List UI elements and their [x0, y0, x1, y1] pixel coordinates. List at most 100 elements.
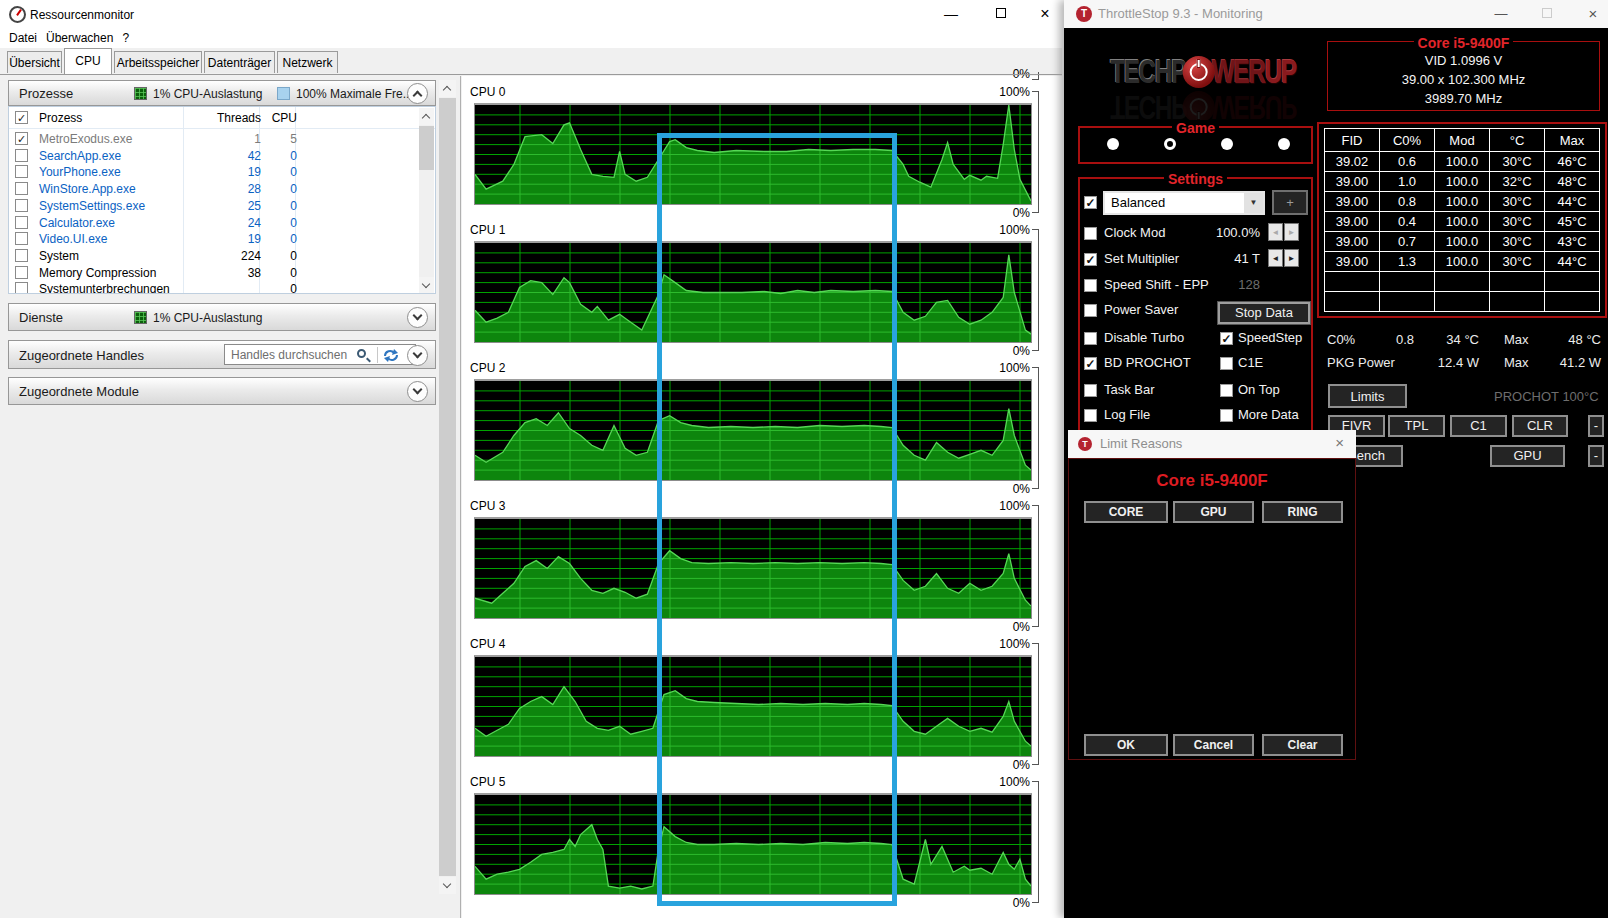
setting-checkbox-disableturbo[interactable] — [1084, 332, 1097, 345]
rm-minimize-button[interactable]: — — [934, 0, 968, 28]
process-checkbox[interactable] — [15, 182, 28, 195]
process-checkbox[interactable]: ✓ — [15, 132, 28, 145]
expand-dienste-button[interactable] — [407, 307, 428, 328]
dialog-button-ring[interactable]: RING — [1262, 501, 1343, 523]
scrollbar-thumb[interactable] — [439, 98, 456, 876]
setting-checkbox-moredata[interactable] — [1220, 409, 1233, 422]
table-row[interactable]: Calculator.exe240 — [9, 215, 435, 232]
tab-arbeitsspeicher[interactable]: Arbeitsspeicher — [114, 51, 202, 73]
stop-data-button[interactable]: Stop Data — [1218, 302, 1310, 324]
setting-checkbox-ce[interactable] — [1220, 357, 1233, 370]
add-profile-button[interactable]: + — [1272, 190, 1308, 215]
limits-button[interactable]: Limits — [1328, 384, 1407, 408]
col-cpu[interactable]: CPU — [263, 111, 297, 125]
scrollbar-thumb[interactable] — [419, 126, 434, 170]
button-[interactable]: - — [1588, 445, 1604, 467]
col-prozess[interactable]: Prozess — [39, 111, 82, 125]
button-tpl[interactable]: TPL — [1388, 415, 1445, 437]
expand-module-button[interactable] — [407, 381, 428, 402]
process-checkbox[interactable] — [15, 249, 28, 262]
tab-cpu[interactable]: CPU — [64, 48, 112, 74]
button-gpu[interactable]: GPU — [1490, 445, 1565, 467]
table-row[interactable]: YourPhone.exe190 — [9, 164, 435, 181]
spin-right-button[interactable]: ► — [1284, 223, 1299, 241]
game-radio-2[interactable] — [1164, 138, 1176, 150]
button-c1[interactable]: C1 — [1450, 415, 1507, 437]
process-checkbox[interactable] — [15, 165, 28, 178]
select-all-checkbox[interactable]: ✓ — [15, 111, 28, 124]
ts-minimize-button[interactable]: — — [1486, 0, 1516, 28]
game-radio-1[interactable] — [1107, 138, 1119, 150]
section-dienste-header[interactable]: Dienste 1% CPU-Auslastung — [8, 303, 436, 331]
process-table-scrollbar[interactable] — [419, 108, 434, 294]
menu-[interactable]: ? — [122, 31, 129, 45]
profile-checkbox[interactable]: ✓ — [1084, 196, 1097, 209]
scroll-up-button[interactable] — [419, 108, 434, 125]
process-checkbox[interactable] — [15, 266, 28, 279]
spin-left-button[interactable]: ◄ — [1268, 223, 1283, 241]
process-table-header[interactable]: ✓ Prozess Threads CPU — [9, 107, 435, 129]
game-radio-3[interactable] — [1221, 138, 1233, 150]
spin-left-button[interactable]: ◄ — [1268, 249, 1283, 267]
setting-checkbox-taskbar[interactable] — [1084, 384, 1097, 397]
setting-checkbox-powersaver[interactable] — [1084, 304, 1097, 317]
setting-checkbox-ontop[interactable] — [1220, 384, 1233, 397]
rm-maximize-button[interactable] — [984, 0, 1018, 28]
menu-datei[interactable]: Datei — [9, 31, 37, 45]
selection-rectangle[interactable] — [657, 133, 897, 906]
process-checkbox[interactable] — [15, 232, 28, 245]
table-row[interactable]: SearchApp.exe420 — [9, 148, 435, 165]
setting-checkbox-logfile[interactable] — [1084, 409, 1097, 422]
tab-datentrger[interactable]: Datenträger — [204, 51, 275, 73]
rm-close-button[interactable]: × — [1028, 0, 1062, 28]
section-module-header[interactable]: Zugeordnete Module — [8, 377, 436, 405]
handles-search-input[interactable]: Handles durchsuchen — [224, 344, 416, 365]
scroll-down-button[interactable] — [419, 277, 434, 294]
dialog-button-clear[interactable]: Clear — [1262, 734, 1343, 756]
rm-titlebar[interactable]: Ressourcenmonitor — × — [0, 0, 1062, 30]
ts-close-button[interactable]: × — [1578, 0, 1608, 28]
dialog-button-ok[interactable]: OK — [1084, 734, 1168, 756]
search-icon[interactable] — [357, 349, 366, 358]
setting-checkbox-clockmod[interactable] — [1084, 227, 1097, 240]
ts-maximize-button[interactable] — [1532, 0, 1562, 28]
dialog-titlebar[interactable]: T Limit Reasons × — [1068, 430, 1356, 458]
table-row[interactable]: Systemunterbrechungen0 — [9, 281, 435, 294]
profile-select[interactable]: Balanced▼ — [1103, 191, 1265, 215]
setting-checkbox-bdprochot[interactable]: ✓ — [1084, 357, 1097, 370]
section-prozesse-header[interactable]: Prozesse 1% CPU-Auslastung 100% Maximale… — [8, 80, 436, 106]
dialog-close-button[interactable]: × — [1335, 434, 1344, 451]
setting-checkbox-speedstep[interactable]: ✓ — [1220, 332, 1233, 345]
scroll-down-button[interactable] — [439, 877, 456, 894]
process-checkbox[interactable] — [15, 216, 28, 229]
expand-handles-button[interactable] — [407, 345, 428, 366]
process-checkbox[interactable] — [15, 282, 28, 294]
process-checkbox[interactable] — [15, 149, 28, 162]
collapse-prozesse-button[interactable] — [407, 83, 428, 104]
dialog-button-cancel[interactable]: Cancel — [1173, 734, 1254, 756]
spin-right-button[interactable]: ► — [1284, 249, 1299, 267]
dropdown-arrow-icon[interactable]: ▼ — [1244, 193, 1263, 213]
button-[interactable]: - — [1588, 415, 1604, 437]
refresh-search-icon[interactable] — [381, 347, 403, 364]
tab-netzwerk[interactable]: Netzwerk — [277, 51, 338, 73]
table-row[interactable]: System2240 — [9, 248, 435, 265]
graph-pane-scrollbar[interactable] — [439, 80, 456, 894]
table-row[interactable]: ✓MetroExodus.exe15 — [9, 131, 435, 148]
section-handles-header[interactable]: Zugeordnete Handles Handles durchsuchen — [8, 340, 436, 369]
setting-checkbox-speedshiftepp[interactable] — [1084, 279, 1097, 292]
table-row[interactable]: WinStore.App.exe280 — [9, 181, 435, 198]
ts-titlebar[interactable]: T ThrottleStop 9.3 - Monitoring — × — [1064, 0, 1608, 28]
button-clr[interactable]: CLR — [1512, 415, 1568, 437]
setting-checkbox-setmultiplier[interactable]: ✓ — [1084, 253, 1097, 266]
scroll-up-button[interactable] — [439, 80, 456, 97]
dialog-button-core[interactable]: CORE — [1084, 501, 1168, 523]
menu-berwachen[interactable]: Überwachen — [46, 31, 113, 45]
col-threads[interactable]: Threads — [149, 111, 261, 125]
tab-bersicht[interactable]: Übersicht — [7, 51, 62, 73]
process-checkbox[interactable] — [15, 199, 28, 212]
table-row[interactable]: Video.UI.exe190 — [9, 231, 435, 248]
dialog-button-gpu[interactable]: GPU — [1173, 501, 1254, 523]
game-radio-4[interactable] — [1278, 138, 1290, 150]
table-row[interactable]: SystemSettings.exe250 — [9, 198, 435, 215]
